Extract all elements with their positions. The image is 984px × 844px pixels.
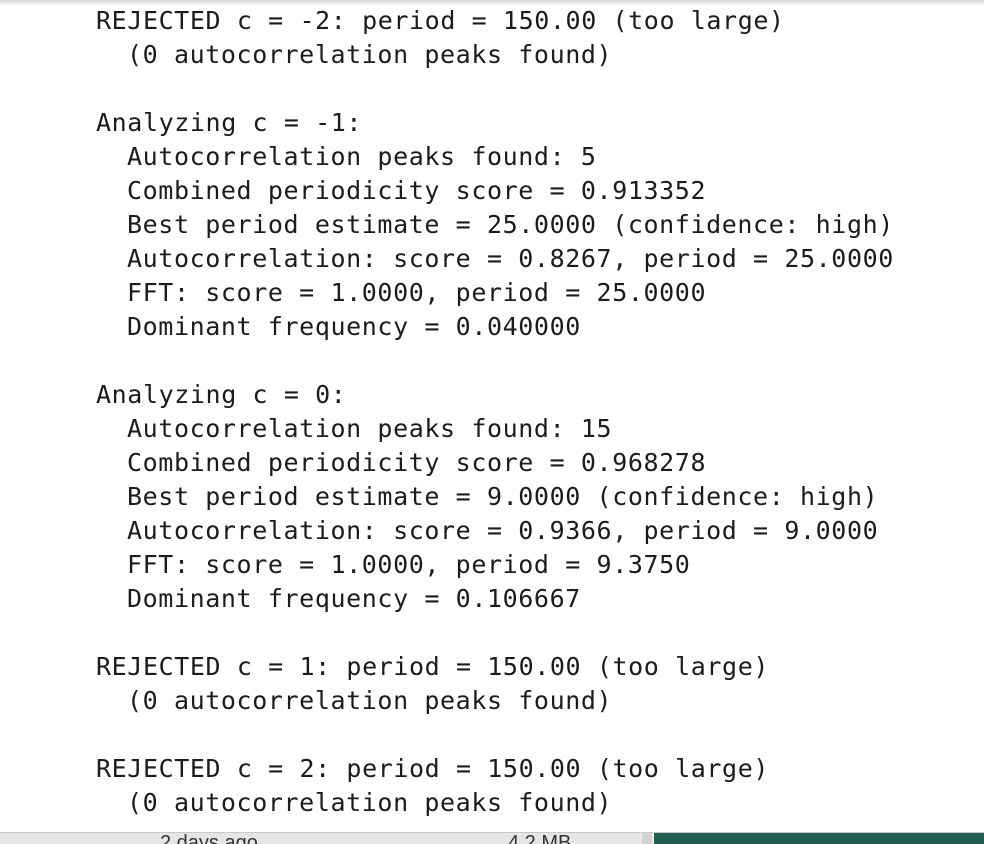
status-bar: 2 days ago 4.2 MB xyxy=(0,832,984,844)
console-output: REJECTED c = -2: period = 150.00 (too la… xyxy=(96,4,984,820)
console-line: Autocorrelation: score = 0.8267, period … xyxy=(127,244,894,273)
console-line: REJECTED c = -2: period = 150.00 (too la… xyxy=(96,6,785,35)
console-line: Dominant frequency = 0.106667 xyxy=(127,584,581,613)
console-line: REJECTED c = 1: period = 150.00 (too lar… xyxy=(96,652,770,681)
status-accent-panel[interactable] xyxy=(654,833,984,844)
console-line: Combined periodicity score = 0.968278 xyxy=(127,448,707,477)
output-window: REJECTED c = -2: period = 150.00 (too la… xyxy=(0,0,984,844)
console-line: REJECTED c = 2: period = 150.00 (too lar… xyxy=(96,754,770,783)
console-line: Combined periodicity score = 0.913352 xyxy=(127,176,707,205)
console-line: Autocorrelation peaks found: 15 xyxy=(127,414,613,443)
console-line: FFT: score = 1.0000, period = 9.3750 xyxy=(127,550,691,579)
status-file-info[interactable]: 2 days ago 4.2 MB xyxy=(0,833,640,844)
console-line: Dominant frequency = 0.040000 xyxy=(127,312,581,341)
console-line: Autocorrelation: score = 0.9366, period … xyxy=(127,516,879,545)
console-line: Analyzing c = 0: xyxy=(96,380,347,409)
status-divider xyxy=(642,833,652,844)
console-line: (0 autocorrelation peaks found) xyxy=(127,788,613,817)
console-line: Best period estimate = 9.0000 (confidenc… xyxy=(127,482,879,511)
console-line: Analyzing c = -1: xyxy=(96,108,363,137)
console-line: Best period estimate = 25.0000 (confiden… xyxy=(127,210,894,239)
status-modified-time: 2 days ago xyxy=(160,832,258,844)
console-line: Autocorrelation peaks found: 5 xyxy=(127,142,597,171)
console-line: (0 autocorrelation peaks found) xyxy=(127,40,613,69)
console-line: (0 autocorrelation peaks found) xyxy=(127,686,613,715)
console-line: FFT: score = 1.0000, period = 25.0000 xyxy=(127,278,707,307)
status-file-size: 4.2 MB xyxy=(508,832,572,844)
